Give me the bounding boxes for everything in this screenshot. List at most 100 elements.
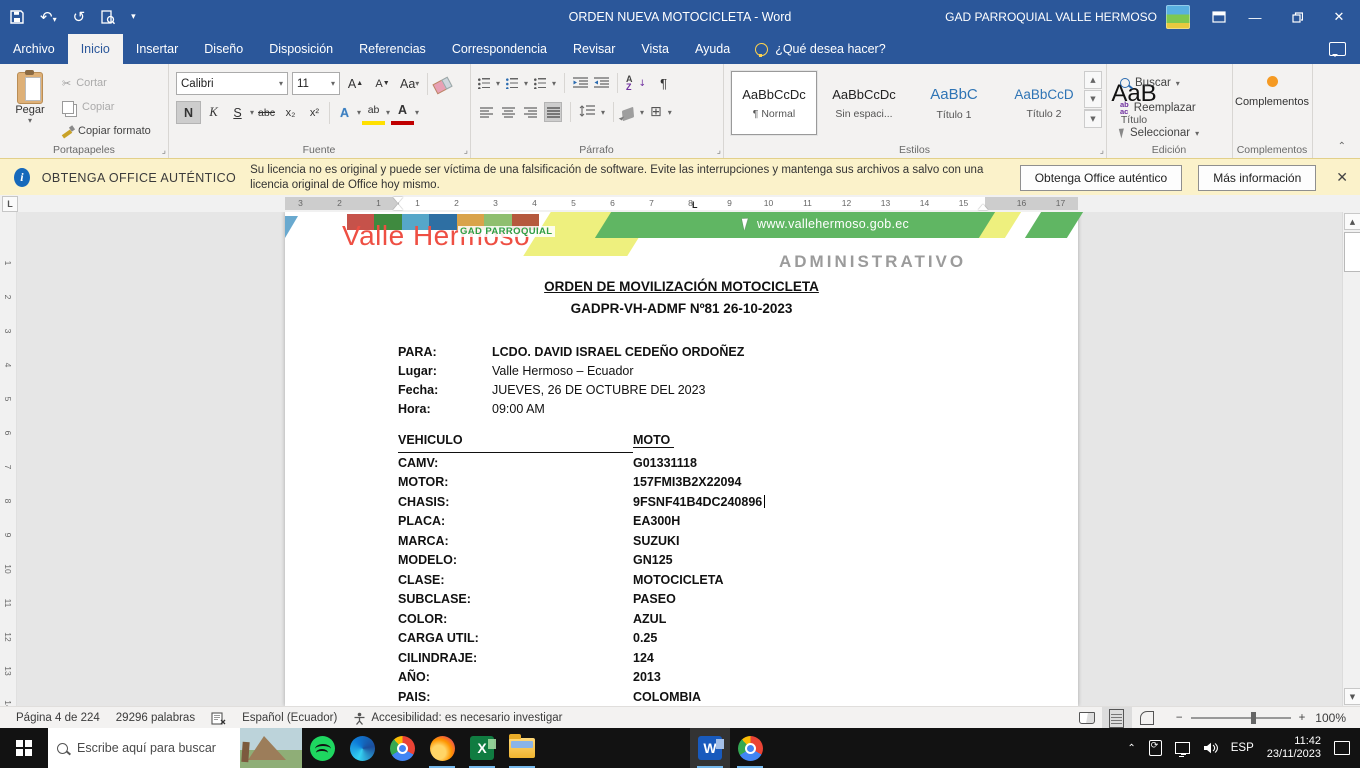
bold-button[interactable]: N [176,101,201,124]
bullets-icon[interactable] [478,78,490,89]
grow-font-button[interactable]: A▲ [344,73,367,94]
accessibility-status[interactable]: Accesibilidad: es necesario investigar [353,712,562,725]
font-dialog-launcher[interactable]: ⌟ [464,146,468,156]
paste-button[interactable]: Pegar ▾ [6,70,54,142]
cut-button[interactable]: ✂Cortar [58,72,155,94]
language-indicator[interactable]: Español (Ecuador) [242,712,337,724]
account-name[interactable]: GAD PARROQUIAL VALLE HERMOSO [945,10,1157,24]
network-icon[interactable] [1175,742,1190,754]
taskbar-chrome-profile[interactable] [730,728,770,768]
restore-button[interactable] [1276,0,1318,34]
tab-archivo[interactable]: Archivo [0,34,68,64]
zoom-thumb[interactable] [1251,712,1256,724]
taskbar-file-explorer[interactable] [502,728,542,768]
style-titulo-2[interactable]: AaBbCcD Título 2 [1001,71,1087,135]
numbering-icon[interactable] [506,78,518,89]
borders-icon[interactable]: ⊞ [650,104,662,120]
line-spacing-icon[interactable] [579,105,595,120]
zoom-slider[interactable]: − + [1176,712,1305,724]
font-family-combo[interactable]: Calibri▾ [176,72,288,95]
more-info-button[interactable]: Más información [1198,165,1316,191]
subscript-button[interactable]: x₂ [279,102,302,123]
language-badge[interactable]: ESP [1231,742,1254,754]
start-button[interactable] [0,728,48,768]
strikethrough-button[interactable]: abc [255,102,278,123]
taskbar-spotify[interactable] [302,728,342,768]
document-page[interactable]: www.vallehermoso.gob.ec Valle Hermoso GA… [285,212,1078,706]
change-case-button[interactable]: Aa▾ [398,73,421,94]
taskbar-search[interactable]: Escribe aquí para buscar [48,728,302,768]
collapse-ribbon-icon[interactable]: ⌃ [1338,141,1346,152]
tab-inicio[interactable]: Inicio [68,34,123,64]
tab-stop-marker[interactable]: L [692,201,698,210]
zoom-out-icon[interactable]: − [1176,712,1183,724]
proofing-error-icon[interactable] [211,712,226,725]
save-icon[interactable] [10,10,24,24]
tab-insertar[interactable]: Insertar [123,34,191,64]
highlight-color-button[interactable]: ab [362,100,385,125]
shrink-font-button[interactable]: A▼ [371,73,394,94]
tab-ayuda[interactable]: Ayuda [682,34,743,64]
paragraph-dialog-launcher[interactable]: ⌟ [717,146,721,156]
tray-sync-icon[interactable] [1149,740,1162,756]
ribbon-display-options-icon[interactable] [1204,0,1234,34]
style-normal[interactable]: AaBbCcDc ¶ Normal [731,71,817,135]
superscript-button[interactable]: x² [303,102,326,123]
text-effects-button[interactable]: A [333,102,356,123]
page-indicator[interactable]: Página 4 de 224 [16,712,100,724]
print-layout-button[interactable] [1102,707,1132,729]
increase-indent-icon[interactable] [594,77,609,91]
zoom-percentage[interactable]: 100% [1315,711,1346,725]
redo-icon[interactable]: ↺ [73,10,86,25]
copy-button[interactable]: Copiar [58,96,155,118]
tell-me-box[interactable]: ¿Qué desea hacer? [743,34,898,64]
zoom-in-icon[interactable]: + [1299,712,1306,724]
justify-icon[interactable] [544,102,562,122]
font-size-combo[interactable]: 11▾ [292,72,340,95]
align-left-icon[interactable] [478,103,494,121]
tab-disposicion[interactable]: Disposición [256,34,346,64]
align-right-icon[interactable] [522,103,538,121]
feedback-icon[interactable] [1329,42,1346,56]
horizontal-ruler[interactable]: L 321 123456789101112131415 1617 L [0,195,1360,212]
shading-icon[interactable] [622,107,634,121]
style-titulo-1[interactable]: AaBbC Título 1 [911,71,997,135]
account-avatar[interactable] [1166,5,1190,29]
close-warning-icon[interactable]: ✕ [1336,169,1348,186]
find-button[interactable]: Buscar▾ [1116,72,1203,94]
word-count[interactable]: 29296 palabras [116,712,195,724]
tab-selector[interactable]: L [2,196,18,212]
style-sin-espaciado[interactable]: AaBbCcDc Sin espaci... [821,71,907,135]
search-daily-image[interactable] [240,728,302,768]
read-mode-button[interactable] [1072,707,1102,729]
minimize-button[interactable]: — [1234,0,1276,34]
taskbar-excel[interactable]: X [462,728,502,768]
print-preview-icon[interactable] [101,10,115,25]
first-line-indent-marker[interactable] [393,197,403,203]
customize-qat-icon[interactable]: ▾ [131,13,136,22]
styles-scroll-down-icon[interactable]: ▼ [1084,90,1102,108]
select-button[interactable]: Seleccionar▾ [1116,122,1203,144]
multilevel-list-icon[interactable] [534,78,546,89]
scroll-up-icon[interactable]: ▲ [1344,213,1360,230]
sort-icon[interactable]: AZ [626,76,633,90]
scrollbar-thumb[interactable] [1344,232,1360,272]
underline-button[interactable]: S [226,102,249,123]
styles-scroll-up-icon[interactable]: ▲ [1084,71,1102,89]
action-center-icon[interactable] [1334,741,1350,755]
web-layout-button[interactable] [1132,707,1162,729]
clock[interactable]: 11:42 23/11/2023 [1267,735,1321,761]
vertical-scrollbar[interactable]: ▲ ▼ [1342,212,1360,706]
tab-correspondencia[interactable]: Correspondencia [439,34,560,64]
clipboard-dialog-launcher[interactable]: ⌟ [162,146,166,156]
tab-diseno[interactable]: Diseño [191,34,256,64]
vertical-ruler[interactable]: 1234567891011121314 [0,212,17,706]
replace-button[interactable]: abacReemplazar [1116,97,1203,119]
scroll-down-icon[interactable]: ▼ [1344,688,1360,705]
tray-expand-icon[interactable]: ⌃ [1127,743,1135,754]
italic-button[interactable]: K [202,102,225,123]
get-genuine-office-button[interactable]: Obtenga Office auténtico [1020,165,1183,191]
underline-caret[interactable]: ▾ [250,108,254,117]
undo-icon[interactable]: ↶▾ [40,10,57,25]
decrease-indent-icon[interactable] [573,77,588,91]
